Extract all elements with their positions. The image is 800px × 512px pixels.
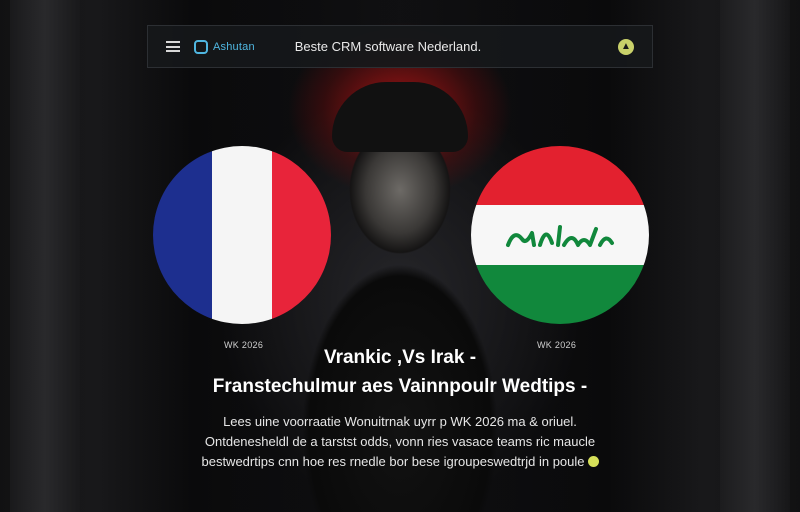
read-more-dot-icon[interactable] bbox=[587, 456, 599, 467]
logo-icon bbox=[194, 39, 208, 54]
description-line: Lees uine voorraatie Wonuitrnak uyrr p W… bbox=[223, 414, 577, 429]
background-pillar-left bbox=[10, 0, 80, 512]
description-line: Ontdenesheldl de a tarstst odds, vonn ri… bbox=[204, 434, 596, 449]
description-line-text: bestwedrtips cnn hoe res rnedle bor bese… bbox=[201, 454, 585, 469]
iraq-flag-icon bbox=[471, 146, 649, 324]
user-icon[interactable]: ▲ bbox=[618, 38, 634, 55]
top-navigation-bar: Ashutan Beste CRM software Nederland. ▲ bbox=[147, 25, 653, 68]
background-pillar-right bbox=[720, 0, 790, 512]
article-title-line-1: Vrankic ,Vs Irak - bbox=[323, 347, 477, 368]
hero-figure-hair bbox=[332, 82, 468, 152]
france-flag-icon bbox=[153, 146, 331, 324]
description-line: bestwedrtips cnn hoe res rnedle bor bese… bbox=[180, 452, 620, 472]
article-description: Lees uine voorraatie Wonuitrnak uyrr p W… bbox=[180, 412, 620, 472]
iraq-flag-script-icon bbox=[506, 224, 614, 247]
hamburger-menu-icon[interactable] bbox=[166, 41, 180, 52]
site-title[interactable]: Beste CRM software Nederland. bbox=[295, 39, 481, 54]
article-title-line-2: Franstechulmur aes Vainnpoulr Wedtips - bbox=[212, 376, 588, 397]
logo-text: Ashutan bbox=[213, 40, 255, 53]
site-logo[interactable]: Ashutan bbox=[194, 39, 255, 54]
